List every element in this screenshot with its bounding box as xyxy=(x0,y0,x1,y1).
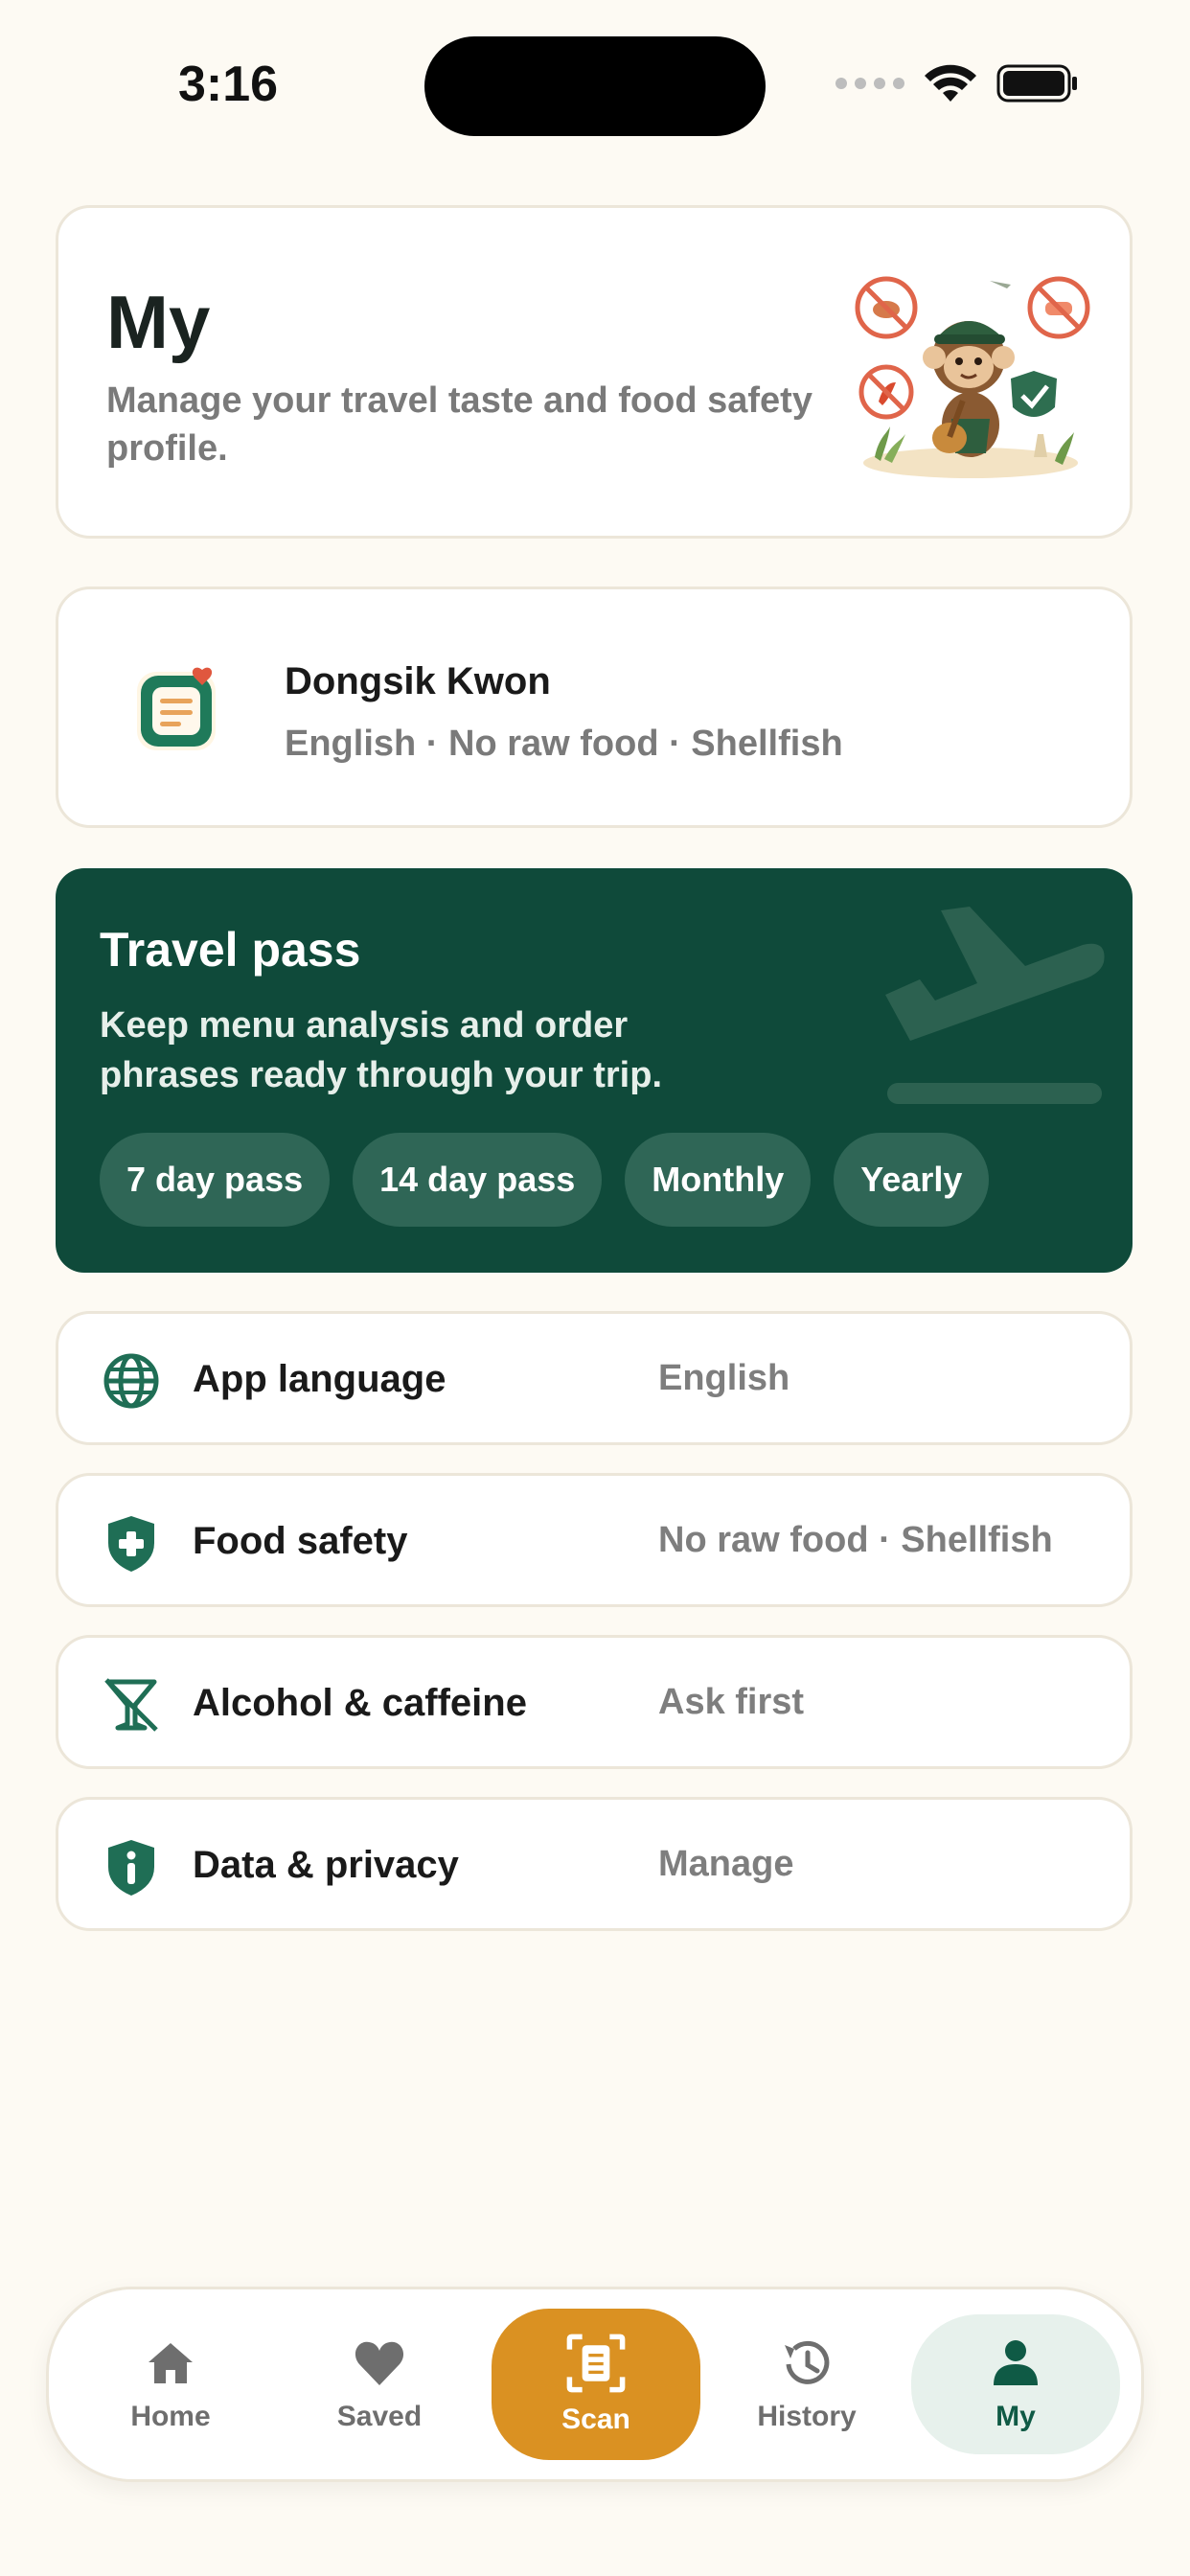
tab-label: My xyxy=(995,2401,1036,2432)
tab-scan[interactable]: Scan xyxy=(492,2309,700,2460)
pass-option-yearly[interactable]: Yearly xyxy=(834,1133,990,1227)
page-subtitle: Manage your travel taste and food safety… xyxy=(106,380,812,469)
pass-options: 7 day pass 14 day pass Monthly Yearly xyxy=(100,1133,990,1227)
history-icon xyxy=(785,2340,830,2384)
row-value: Manage xyxy=(658,1844,794,1884)
tab-label: Scan xyxy=(561,2404,630,2435)
battery-icon xyxy=(996,64,1077,103)
tab-home[interactable]: Home xyxy=(66,2314,275,2454)
settings-row-app-language[interactable]: App language English xyxy=(56,1311,1133,1445)
row-label: Food safety xyxy=(193,1520,408,1562)
settings-row-alcohol-caffeine[interactable]: Alcohol & caffeine Ask first xyxy=(56,1635,1133,1769)
profile-card[interactable]: Dongsik Kwon English · No raw food · She… xyxy=(56,586,1133,828)
scan-icon xyxy=(566,2334,626,2393)
home-icon xyxy=(149,2343,193,2383)
row-value: Ask first xyxy=(658,1682,805,1722)
bottom-tab-bar: Home Saved Scan History My xyxy=(46,2287,1144,2482)
my-screen: 3:16 My Manage your travel taste and foo… xyxy=(0,0,1190,2576)
globe-icon xyxy=(103,1353,159,1409)
wifi-icon xyxy=(925,64,976,102)
tab-label: Home xyxy=(130,2401,211,2432)
settings-row-data-privacy[interactable]: Data & privacy Manage xyxy=(56,1797,1133,1931)
monkey-mascot-illustration xyxy=(855,276,1090,478)
person-icon xyxy=(994,2340,1038,2385)
settings-row-food-safety[interactable]: Food safety No raw food · Shellfish xyxy=(56,1473,1133,1607)
airplane-takeoff-icon xyxy=(885,907,1105,1104)
shield-plus-icon xyxy=(108,1516,154,1572)
page-title: My xyxy=(106,280,211,364)
tab-history[interactable]: History xyxy=(702,2314,911,2454)
tab-label: Saved xyxy=(336,2401,423,2432)
heart-icon xyxy=(355,2341,404,2385)
row-label: Alcohol & caffeine xyxy=(193,1682,527,1724)
tab-saved[interactable]: Saved xyxy=(275,2314,484,2454)
no-drink-icon xyxy=(104,1678,158,1732)
dynamic-island xyxy=(424,36,766,136)
status-time: 3:16 xyxy=(178,57,279,112)
travel-pass-card: Travel pass Keep menu analysis and order… xyxy=(56,868,1133,1273)
tab-my[interactable]: My xyxy=(911,2314,1120,2454)
cellular-signal-icon xyxy=(835,78,904,89)
info-shield-icon xyxy=(108,1840,154,1896)
row-value: No raw food · Shellfish xyxy=(658,1520,1053,1560)
profile-name: Dongsik Kwon xyxy=(285,660,551,702)
tab-label: History xyxy=(757,2401,857,2432)
row-label: App language xyxy=(193,1358,446,1400)
travel-pass-description: Keep menu analysis and order phrases rea… xyxy=(100,1005,662,1095)
profile-notebook-icon xyxy=(137,667,216,750)
row-value: English xyxy=(658,1358,790,1398)
pass-option-7-day[interactable]: 7 day pass xyxy=(100,1133,331,1227)
pass-option-14-day[interactable]: 14 day pass xyxy=(353,1133,603,1227)
profile-preferences: English · No raw food · Shellfish xyxy=(285,724,843,764)
row-label: Data & privacy xyxy=(193,1844,459,1886)
pass-option-monthly[interactable]: Monthly xyxy=(625,1133,812,1227)
header-card: My Manage your travel taste and food saf… xyxy=(56,205,1133,539)
status-indicators xyxy=(835,63,1079,104)
travel-pass-title: Travel pass xyxy=(100,923,361,977)
